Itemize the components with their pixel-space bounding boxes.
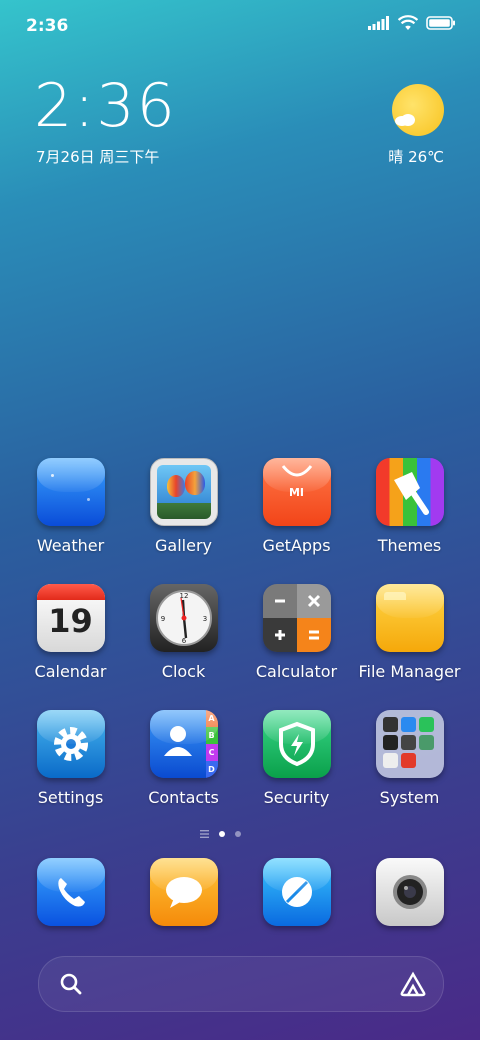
app-contacts[interactable]: A B C D Contacts — [127, 710, 240, 807]
calendar-icon: 19 — [36, 584, 105, 652]
sun-icon[interactable] — [392, 84, 444, 136]
messaging-icon — [149, 858, 218, 926]
cloud-icon — [395, 114, 415, 126]
browser-icon — [262, 858, 331, 926]
app-label: Weather — [36, 536, 105, 555]
signal-icon — [368, 16, 389, 30]
contacts-tab-b: B — [205, 727, 218, 744]
app-label: GetApps — [262, 536, 331, 555]
wifi-icon — [398, 15, 418, 30]
app-system-folder[interactable]: System — [353, 710, 466, 807]
weather-temperature: 26℃ — [408, 148, 444, 166]
svg-text:3: 3 — [202, 615, 206, 623]
app-label: Settings — [37, 788, 104, 807]
phone-icon — [36, 858, 105, 926]
app-security[interactable]: Security — [240, 710, 353, 807]
gallery-icon — [149, 458, 218, 526]
assistant-icon[interactable] — [399, 971, 427, 997]
clock-icon: 12 3 6 9 — [149, 584, 218, 652]
contacts-tab-c: C — [205, 744, 218, 761]
app-label: Themes — [377, 536, 442, 555]
svg-text:9: 9 — [160, 615, 164, 623]
dock-messaging[interactable] — [127, 858, 240, 926]
app-themes[interactable]: Themes — [353, 458, 466, 555]
calculator-icon — [262, 584, 331, 652]
app-gallery[interactable]: Gallery — [127, 458, 240, 555]
calendar-date: 19 — [48, 602, 93, 640]
dock-camera[interactable] — [353, 858, 466, 926]
app-label: Clock — [161, 662, 206, 681]
app-label: Security — [263, 788, 330, 807]
system-folder-icon — [375, 710, 444, 778]
app-getapps[interactable]: mi GetApps — [240, 458, 353, 555]
menu-lines-icon — [200, 830, 209, 838]
file-manager-icon — [375, 584, 444, 652]
app-label: Calendar — [34, 662, 107, 681]
battery-icon — [426, 16, 455, 30]
app-calculator[interactable]: Calculator — [240, 584, 353, 681]
svg-text:6: 6 — [181, 637, 186, 645]
search-icon — [60, 973, 82, 995]
status-bar: 2:36 — [0, 0, 480, 50]
app-settings[interactable]: Settings — [14, 710, 127, 807]
dock-phone[interactable] — [14, 858, 127, 926]
weather-widget-temp: 晴 26℃ — [388, 146, 444, 167]
mi-logo: mi — [288, 486, 305, 499]
app-weather[interactable]: Weather — [14, 458, 127, 555]
contacts-tab-a: A — [205, 710, 218, 727]
page-indicator[interactable] — [200, 830, 241, 838]
app-label: Contacts — [148, 788, 219, 807]
page-dot — [235, 831, 241, 837]
contacts-tab-d: D — [205, 761, 218, 778]
weather-icon — [36, 458, 105, 526]
getapps-icon: mi — [262, 458, 331, 526]
app-label: File Manager — [358, 662, 461, 681]
clock-widget-date: 7月26日 周三下午 — [36, 148, 160, 166]
contacts-icon: A B C D — [149, 710, 218, 778]
camera-icon — [375, 858, 444, 926]
weather-condition: 晴 — [388, 148, 404, 166]
app-label: Calculator — [255, 662, 338, 681]
security-icon — [262, 710, 331, 778]
themes-icon — [375, 458, 444, 526]
app-file-manager[interactable]: File Manager — [353, 584, 466, 681]
app-label: System — [379, 788, 440, 807]
clock-widget-time[interactable]: 2:36 — [34, 76, 177, 136]
app-calendar[interactable]: 19 Calendar — [14, 584, 127, 681]
page-dot-active — [219, 831, 225, 837]
status-time: 2:36 — [26, 16, 69, 36]
dock-browser[interactable] — [240, 858, 353, 926]
settings-icon — [36, 710, 105, 778]
app-clock[interactable]: 12 3 6 9 Clock — [127, 584, 240, 681]
search-bar[interactable] — [38, 956, 444, 1012]
app-label: Gallery — [155, 536, 212, 555]
